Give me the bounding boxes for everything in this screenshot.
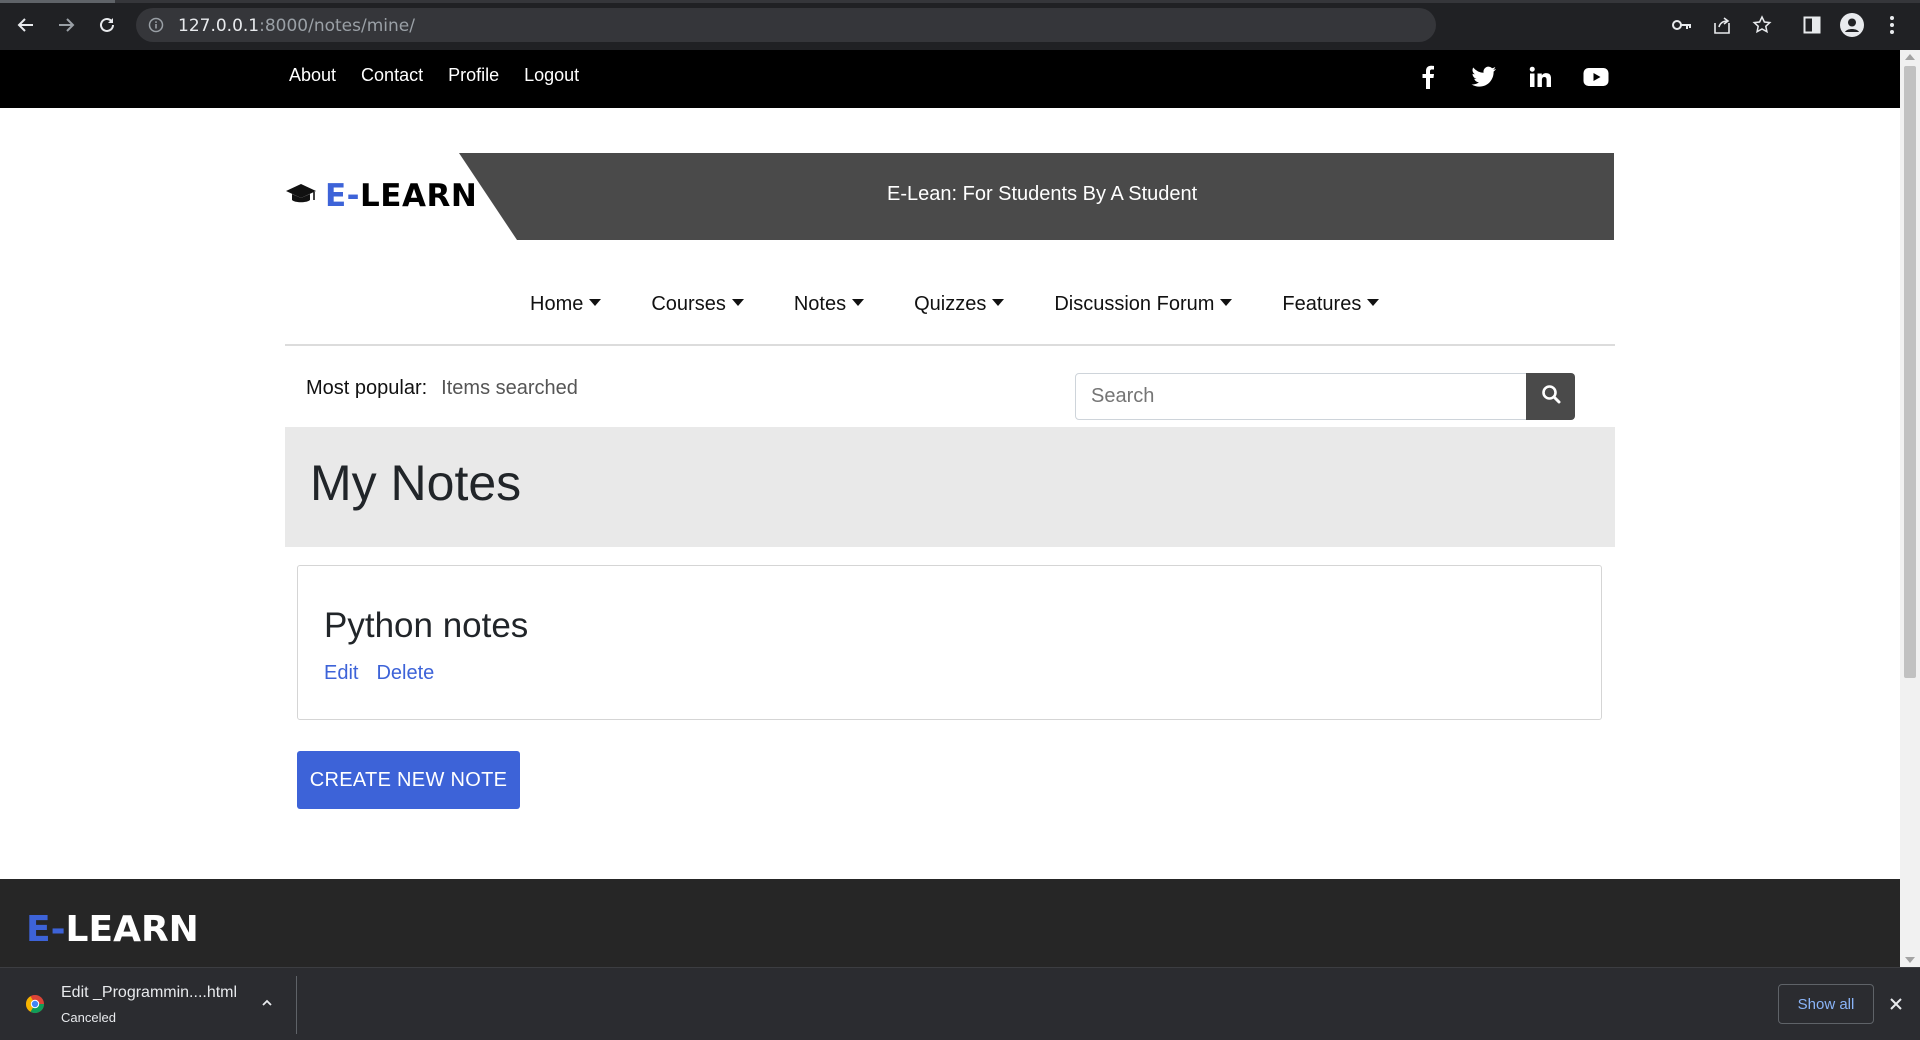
top-links: About Contact Profile Logout [289,65,579,86]
nav-discussion-forum-label: Discussion Forum [1054,293,1215,315]
footer-logo-prefix: E- [26,909,66,950]
search-button[interactable] [1526,373,1575,420]
close-icon[interactable] [1886,994,1906,1014]
page-scrollbar[interactable] [1900,50,1920,967]
chevron-down-icon [731,299,744,306]
nav-notes[interactable]: Notes [793,293,865,316]
edit-note-link[interactable]: Edit [324,662,358,685]
share-icon[interactable] [1709,12,1735,38]
delete-note-link[interactable]: Delete [376,662,434,685]
facebook-icon[interactable] [1415,64,1441,90]
url-text: 127.0.0.1:8000/notes/mine/ [178,16,415,36]
footer-logo[interactable]: E-LEARN [26,909,199,950]
nav-notes-label: Notes [793,293,847,315]
forward-icon[interactable] [52,11,80,39]
nav-home-label: Home [530,293,584,315]
nav-features-label: Features [1282,293,1362,315]
chrome-file-icon [25,994,45,1014]
browser-menu-icon[interactable] [1879,12,1905,38]
page-title-bar: My Notes [285,427,1615,547]
most-popular-items[interactable]: Items searched [441,377,578,399]
nav-home[interactable]: Home [530,293,602,316]
download-divider [296,976,297,1034]
show-all-button[interactable]: Show all [1778,984,1874,1024]
profile-avatar-icon[interactable] [1839,12,1865,38]
linkedin-icon[interactable] [1527,64,1553,90]
chevron-down-icon [852,299,865,306]
about-link[interactable]: About [289,65,336,86]
nav-quizzes-label: Quizzes [914,293,987,315]
header-tagline: E-Lean: For Students By A Student [887,183,1198,205]
nav-discussion-forum[interactable]: Discussion Forum [1054,293,1233,316]
site-logo[interactable]: E-LEARN [285,178,477,214]
logo-word: LEARN [360,178,478,214]
footer-logo-word: LEARN [65,909,199,950]
nav-courses[interactable]: Courses [651,293,744,316]
youtube-icon[interactable] [1583,64,1609,90]
chevron-down-icon [1367,299,1380,306]
search-input[interactable] [1075,373,1527,420]
scroll-up-arrow[interactable] [1905,54,1915,60]
logo-text: E-LEARN [325,178,477,214]
logout-link[interactable]: Logout [524,65,579,86]
chevron-down-icon [1220,299,1233,306]
scroll-down-arrow[interactable] [1905,957,1915,963]
note-actions: Edit Delete [324,662,434,685]
top-bar: About Contact Profile Logout [0,50,1900,108]
profile-link[interactable]: Profile [448,65,499,86]
chevron-down-icon [589,299,602,306]
browser-toolbar: 127.0.0.1:8000/notes/mine/ [0,0,1920,50]
search-icon [1541,384,1561,409]
most-popular: Most popular: Items searched [306,377,578,400]
active-tab-indicator [0,0,115,3]
download-bar: Edit _Programmin....html Canceled Show a… [0,967,1920,1040]
footer: E-LEARN [0,879,1900,967]
chevron-up-icon[interactable] [260,996,274,1010]
url-path: :8000/notes/mine/ [259,16,415,36]
site-info-icon[interactable] [148,17,164,38]
nav-courses-label: Courses [651,293,726,315]
twitter-icon[interactable] [1471,64,1497,90]
address-bar[interactable]: 127.0.0.1:8000/notes/mine/ [136,8,1436,42]
reload-icon[interactable] [93,11,121,39]
most-popular-label: Most popular: [306,377,428,399]
graduation-cap-icon [285,181,317,212]
key-icon[interactable] [1669,12,1695,38]
logo-prefix: E- [325,178,361,214]
download-status: Canceled [61,1010,116,1025]
back-icon[interactable] [12,11,40,39]
scrollbar-thumb[interactable] [1904,66,1916,678]
contact-link[interactable]: Contact [361,65,423,86]
bookmark-star-icon[interactable] [1749,12,1775,38]
nav-features[interactable]: Features [1282,293,1380,316]
tab-strip [0,0,1920,3]
side-panel-icon[interactable] [1799,12,1825,38]
note-card: Python notes Edit Delete [297,565,1602,720]
social-links [1415,64,1609,90]
nav-divider [285,344,1615,346]
page-title: My Notes [310,455,522,511]
url-host: 127.0.0.1 [178,16,260,36]
note-title[interactable]: Python notes [324,606,528,646]
create-new-note-button[interactable]: CREATE NEW NOTE [297,751,520,809]
chevron-down-icon [992,299,1005,306]
download-filename[interactable]: Edit _Programmin....html [61,984,237,1002]
main-nav: Home Courses Notes Quizzes Discussion Fo… [530,293,1380,316]
nav-quizzes[interactable]: Quizzes [914,293,1005,316]
